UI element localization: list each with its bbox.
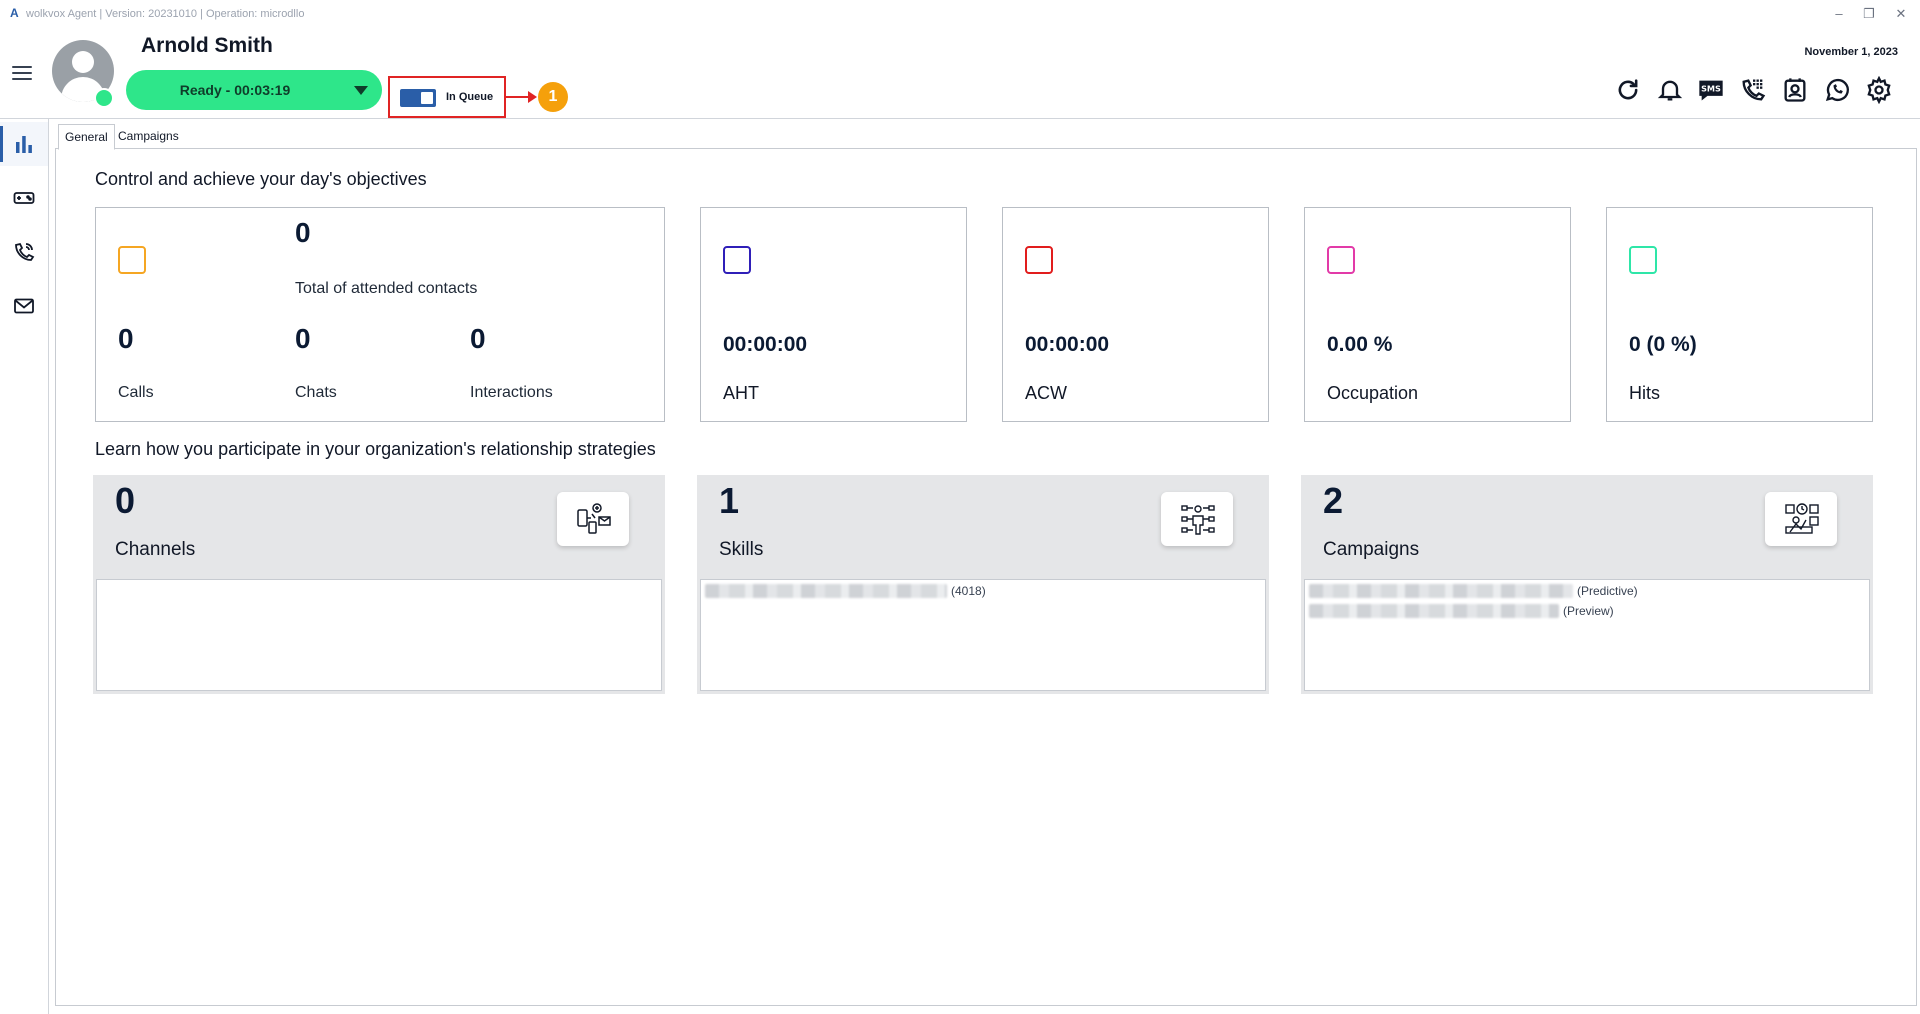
- channels-panel: 0 Channels: [93, 475, 665, 694]
- interactions-label: Interactions: [470, 384, 553, 401]
- channels-list: [96, 579, 662, 691]
- agent-name: Arnold Smith: [141, 34, 273, 57]
- annotation-arrow: [506, 96, 530, 98]
- campaigns-label: Campaigns: [1323, 539, 1420, 560]
- close-button[interactable]: ✕: [1888, 4, 1914, 24]
- in-queue-toggle[interactable]: In Queue: [388, 76, 506, 118]
- restore-button[interactable]: ❐: [1856, 4, 1882, 24]
- chats-label: Chats: [295, 384, 337, 401]
- list-item[interactable]: (Predictive): [1309, 583, 1638, 599]
- svg-text:SMS: SMS: [1701, 84, 1721, 94]
- hits-card: 0 (0 %) Hits: [1606, 207, 1873, 422]
- chats-value: 0: [295, 323, 311, 354]
- tab-campaigns[interactable]: Campaigns: [112, 124, 185, 148]
- skills-count: 1: [719, 480, 740, 521]
- calls-label: Calls: [118, 384, 154, 401]
- chevron-down-icon: [354, 86, 368, 95]
- mail-icon[interactable]: [0, 284, 48, 328]
- occupation-card: 0.00 % Occupation: [1304, 207, 1571, 422]
- queue-label: In Queue: [446, 91, 494, 103]
- sms-icon[interactable]: SMS: [1697, 76, 1725, 104]
- skill-tag: (4018): [951, 583, 986, 598]
- skills-panel: 1 Skills (4018): [697, 475, 1269, 694]
- interactions-value: 0: [470, 323, 486, 354]
- calls-value: 0: [118, 323, 134, 354]
- contacts-square-icon: [118, 246, 146, 274]
- skills-list: (4018): [700, 579, 1266, 691]
- occupation-label: Occupation: [1327, 383, 1419, 403]
- strategies-title: Learn how you participate in your organi…: [95, 439, 656, 459]
- whatsapp-icon[interactable]: [1823, 76, 1851, 104]
- stats-icon[interactable]: [0, 122, 48, 166]
- status-dropdown[interactable]: Ready - 00:03:19: [126, 70, 382, 110]
- annotation-marker: 1: [538, 82, 568, 112]
- channels-label: Channels: [115, 539, 196, 560]
- minimize-button[interactable]: –: [1826, 4, 1852, 24]
- contacts-icon[interactable]: [1781, 76, 1809, 104]
- objectives-title: Control and achieve your day's objective…: [95, 169, 427, 189]
- acw-label: ACW: [1025, 383, 1067, 403]
- acw-square-icon: [1025, 246, 1053, 274]
- redacted-campaign-name: [1309, 583, 1573, 598]
- skills-label: Skills: [719, 539, 764, 560]
- acw-value: 00:00:00: [1025, 333, 1110, 356]
- occupation-square-icon: [1327, 246, 1355, 274]
- contacts-card: 0 Total of attended contacts 0 0 0 Calls…: [95, 207, 665, 422]
- skills-icon: [1161, 492, 1233, 546]
- list-item[interactable]: (Preview): [1309, 603, 1614, 619]
- annotation-arrow-head: [528, 91, 537, 103]
- bell-icon[interactable]: [1656, 76, 1684, 104]
- window-title: wolkvox Agent | Version: 20231010 | Oper…: [26, 8, 305, 20]
- total-contacts-value: 0: [295, 217, 311, 248]
- side-rail: [0, 119, 49, 1014]
- menu-icon[interactable]: [12, 64, 34, 82]
- dialpad-phone-icon[interactable]: [1739, 76, 1767, 104]
- aht-card: 00:00:00 AHT: [700, 207, 967, 422]
- redacted-campaign-name: [1309, 603, 1559, 618]
- acw-card: 00:00:00 ACW: [1002, 207, 1269, 422]
- campaigns-list: (Predictive) (Preview): [1304, 579, 1870, 691]
- status-label: Ready - 00:03:19: [179, 82, 291, 98]
- hits-square-icon: [1629, 246, 1657, 274]
- aht-value: 00:00:00: [723, 333, 808, 356]
- window-title-bar: A wolkvox Agent | Version: 20231010 | Op…: [0, 0, 1920, 28]
- occupation-value: 0.00 %: [1327, 333, 1393, 356]
- aht-label: AHT: [723, 383, 759, 403]
- aht-square-icon: [723, 246, 751, 274]
- channels-icon: [557, 492, 629, 546]
- campaign-tag: (Preview): [1563, 603, 1614, 618]
- agent-header: Arnold Smith Ready - 00:03:19 In Queue 1…: [0, 28, 1920, 119]
- app-logo: A: [10, 6, 19, 20]
- gamepad-icon[interactable]: [0, 176, 48, 220]
- toggle-switch[interactable]: [400, 89, 436, 107]
- campaigns-count: 2: [1323, 480, 1344, 521]
- hits-value: 0 (0 %): [1629, 333, 1697, 356]
- current-date: November 1, 2023: [1804, 46, 1898, 58]
- channels-count: 0: [115, 480, 136, 521]
- tab-general[interactable]: General: [58, 124, 115, 150]
- refresh-icon[interactable]: [1614, 76, 1642, 104]
- campaigns-panel: 2 Campaigns (Predictive) (Preview): [1301, 475, 1873, 694]
- campaign-tag: (Predictive): [1577, 583, 1638, 598]
- redacted-skill-name: [705, 583, 947, 598]
- list-item[interactable]: (4018): [705, 583, 986, 599]
- campaigns-icon: [1765, 492, 1837, 546]
- settings-icon[interactable]: [1865, 75, 1893, 105]
- status-dot: [94, 88, 114, 108]
- phone-icon[interactable]: [0, 230, 48, 274]
- total-contacts-label: Total of attended contacts: [295, 280, 478, 297]
- hits-label: Hits: [1629, 383, 1660, 403]
